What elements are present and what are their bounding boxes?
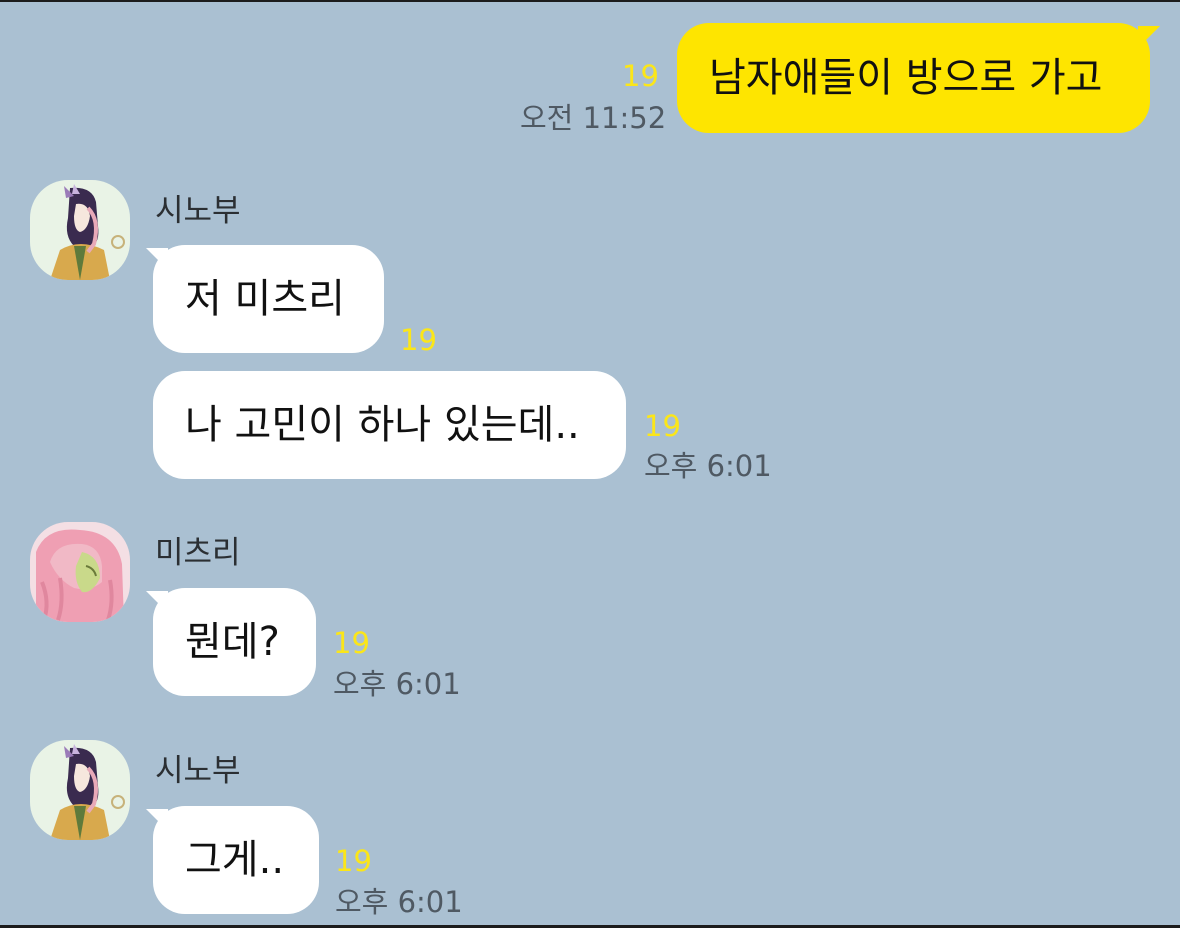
unread-count: 19 <box>644 409 681 443</box>
message-text: 저 미츠리 <box>185 276 345 322</box>
message-bubble-incoming[interactable]: 나 고민이 하나 있는데.. <box>153 371 626 479</box>
unread-count: 19 <box>335 844 372 878</box>
top-border <box>0 0 1180 2</box>
message-time: 오후 6:01 <box>644 449 772 483</box>
message-bubble-incoming[interactable]: 그게.. <box>153 806 319 914</box>
shinobu-avatar-icon <box>30 180 130 280</box>
profile-avatar-shinobu[interactable] <box>30 180 130 280</box>
sender-name: 미츠리 <box>155 535 241 571</box>
message-text: 남자애들이 방으로 가고 <box>709 55 1103 101</box>
message-bubble-incoming[interactable]: 저 미츠리 <box>153 245 384 353</box>
message-bubble-incoming[interactable]: 뭔데? <box>153 588 316 696</box>
message-time: 오후 6:01 <box>335 885 463 919</box>
profile-avatar-shinobu[interactable] <box>30 740 130 840</box>
message-bubble-outgoing[interactable]: 남자애들이 방으로 가고 <box>677 23 1150 133</box>
unread-count: 19 <box>400 323 437 357</box>
shinobu-avatar-icon <box>30 740 130 840</box>
unread-count: 19 <box>333 626 370 660</box>
sender-name: 시노부 <box>155 753 241 789</box>
profile-avatar-mitsuri[interactable] <box>30 522 130 622</box>
message-text: 나 고민이 하나 있는데.. <box>185 402 580 448</box>
message-time: 오후 6:01 <box>333 667 461 701</box>
sender-name: 시노부 <box>155 193 241 229</box>
unread-count: 19 <box>622 59 659 93</box>
message-text: 뭔데? <box>185 619 280 665</box>
mitsuri-avatar-icon <box>30 522 130 622</box>
message-text: 그게.. <box>185 837 285 883</box>
message-time: 오전 11:52 <box>520 101 667 135</box>
